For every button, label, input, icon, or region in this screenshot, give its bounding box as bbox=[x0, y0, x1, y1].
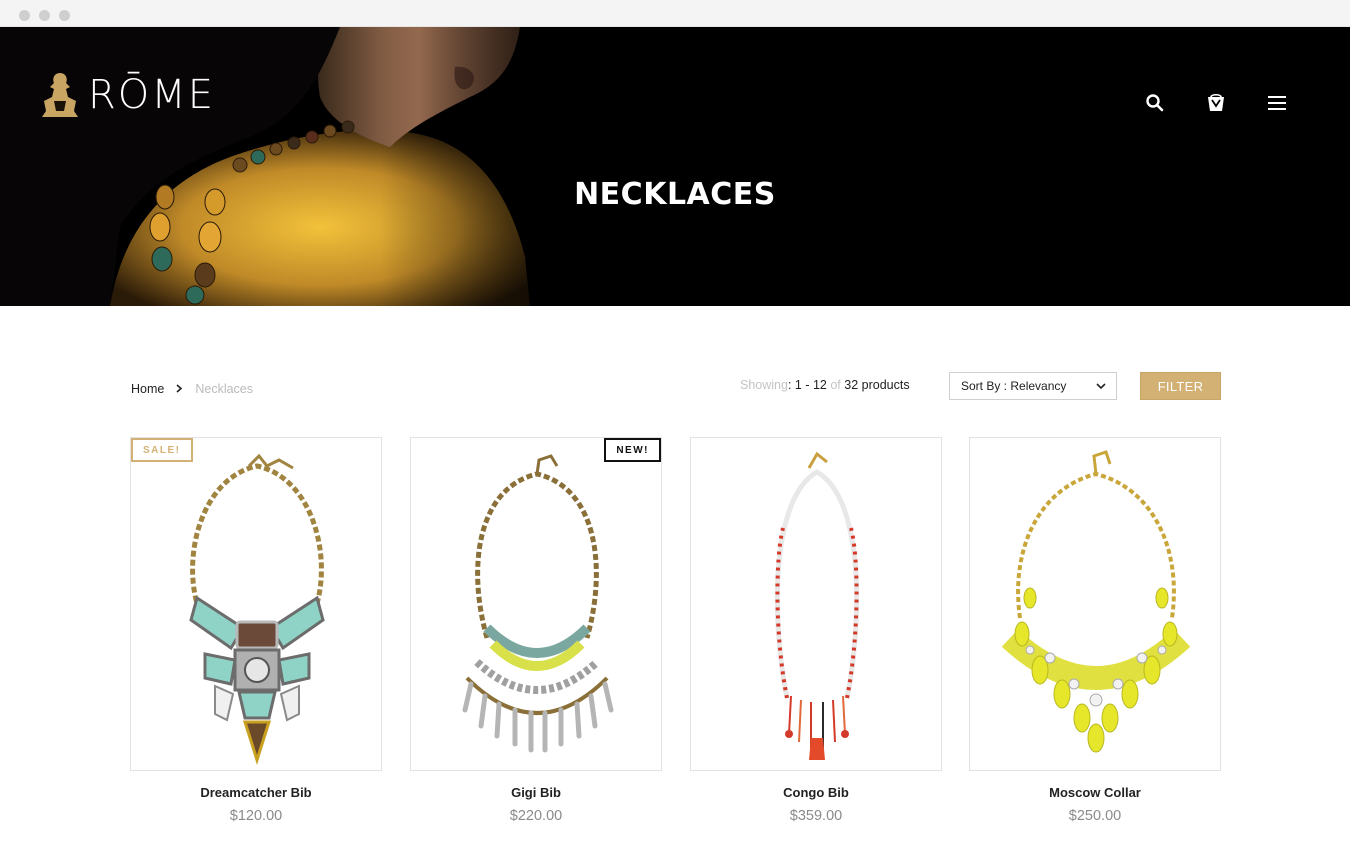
page-title: NECKLACES bbox=[574, 177, 776, 212]
product-name[interactable]: Dreamcatcher Bib bbox=[130, 785, 382, 800]
product-price: $250.00 bbox=[1068, 808, 1122, 824]
browser-chrome bbox=[0, 0, 1350, 27]
showing-label: Showing bbox=[740, 378, 788, 392]
filter-button[interactable]: FILTER bbox=[1140, 372, 1221, 400]
product-price: $359.00 bbox=[789, 808, 843, 824]
brand-logo[interactable]: RŌME bbox=[40, 71, 215, 119]
product-image-frame[interactable]: SALE! bbox=[130, 437, 382, 771]
brand-wordmark: RŌME bbox=[88, 72, 216, 118]
product-image-frame[interactable] bbox=[690, 437, 942, 771]
chevron-down-icon bbox=[1096, 383, 1106, 390]
product-image bbox=[1001, 450, 1191, 753]
chevron-right-icon bbox=[176, 382, 183, 396]
product-image bbox=[774, 451, 860, 760]
results-count: Showing: 1 - 12 of 32 products bbox=[740, 378, 910, 392]
of-label: of bbox=[830, 378, 841, 392]
product-name[interactable]: Gigi Bib bbox=[410, 785, 662, 800]
cart-button[interactable] bbox=[1192, 79, 1240, 127]
product-price: $120.00 bbox=[229, 808, 283, 824]
product-image-frame[interactable] bbox=[969, 437, 1221, 771]
product-name[interactable]: Congo Bib bbox=[690, 785, 942, 800]
menu-button[interactable] bbox=[1253, 79, 1301, 127]
product-image-frame[interactable]: NEW! bbox=[410, 437, 662, 771]
product-name[interactable]: Moscow Collar bbox=[969, 785, 1221, 800]
hero-banner: RŌME NECKLACES bbox=[0, 27, 1350, 306]
sort-selected-value: Sort By : Relevancy bbox=[961, 379, 1067, 393]
search-icon bbox=[1146, 94, 1164, 112]
product-card[interactable]: SALE! Dreamcatcher Bib $120.00 bbox=[130, 437, 382, 824]
product-card[interactable]: Moscow Collar $250.00 bbox=[969, 437, 1221, 824]
shopping-bag-icon bbox=[1208, 93, 1224, 111]
brand-emblem-icon bbox=[42, 73, 78, 117]
breadcrumb-current: Necklaces bbox=[195, 382, 254, 396]
product-price: $220.00 bbox=[509, 808, 563, 824]
hero-model-image bbox=[0, 27, 680, 306]
window-maximize-dot[interactable] bbox=[59, 10, 70, 21]
total-products: 32 products bbox=[844, 378, 910, 392]
new-badge: NEW! bbox=[604, 438, 661, 462]
window-minimize-dot[interactable] bbox=[39, 10, 50, 21]
sale-badge: SALE! bbox=[131, 438, 193, 462]
window-close-dot[interactable] bbox=[19, 10, 30, 21]
search-button[interactable] bbox=[1131, 79, 1179, 127]
product-card[interactable]: NEW! Gigi Bib $220.00 bbox=[410, 437, 662, 824]
product-image bbox=[189, 453, 325, 765]
product-image bbox=[462, 454, 614, 753]
breadcrumb-home-link[interactable]: Home bbox=[131, 382, 164, 396]
showing-range: 1 - 12 bbox=[794, 378, 827, 392]
hamburger-menu-icon bbox=[1268, 96, 1286, 110]
breadcrumb: Home Necklaces bbox=[131, 382, 253, 396]
sort-dropdown[interactable]: Sort By : Relevancy bbox=[949, 372, 1117, 400]
product-card[interactable]: Congo Bib $359.00 bbox=[690, 437, 942, 824]
